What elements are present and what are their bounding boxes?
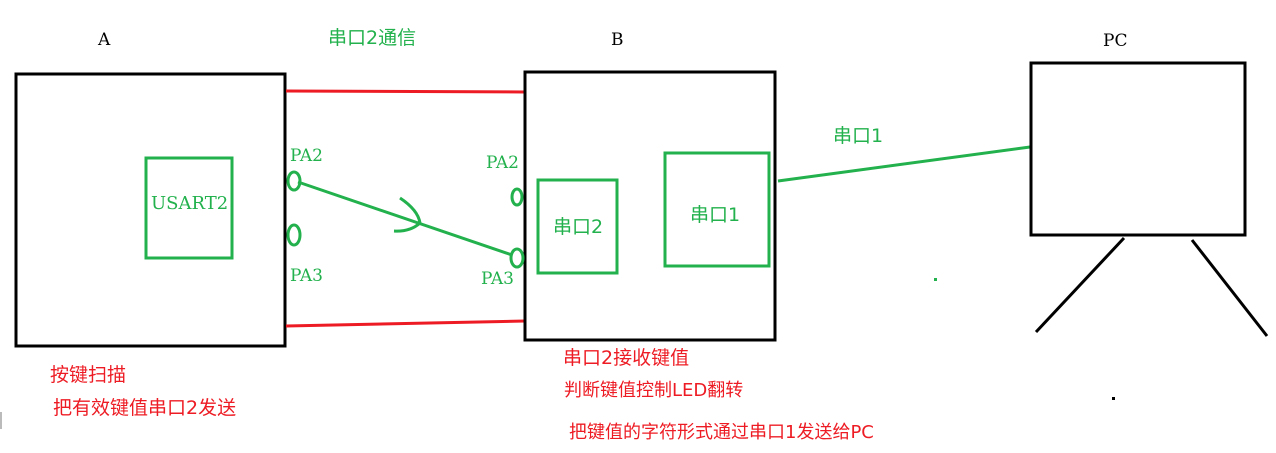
board-a-pa3-label: PA3 <box>290 266 323 286</box>
pc-monitor <box>1029 61 1247 237</box>
serial-link-top-line <box>285 89 526 94</box>
serial-link-bottom-line <box>285 319 526 328</box>
link-b-pc-label: 串口1 <box>833 125 884 147</box>
pc-title: PC <box>1103 31 1128 51</box>
board-b-note-1: 串口2接收键值 <box>563 347 690 369</box>
board-b-title: B <box>611 30 624 50</box>
board-b-note-3: 把键值的字符形式通过串口1发送给PC <box>569 422 874 443</box>
board-a-note-1: 按键扫描 <box>50 364 127 386</box>
board-a-title: A <box>98 30 111 50</box>
board-a-note-2: 把有效键值串口2发送 <box>53 397 237 419</box>
board-b-pa2-pin <box>510 187 524 207</box>
board-b-uart2-label: 串口2 <box>553 216 604 238</box>
board-a-pa2-label: PA2 <box>290 146 323 166</box>
pc-stand-right <box>1190 239 1269 337</box>
board-b-pa3-label: PA3 <box>481 269 514 289</box>
edge-artifact <box>0 412 2 429</box>
stray-dot-green <box>934 278 937 281</box>
board-b-pa2-label: PA2 <box>486 153 519 173</box>
tx-line <box>297 180 513 257</box>
board-b-note-2: 判断键值控制LED翻转 <box>564 380 744 401</box>
board-a-pa3-pin <box>286 223 302 247</box>
board-b-uart1-label: 串口1 <box>690 204 741 226</box>
link-ab-label: 串口2通信 <box>328 27 417 49</box>
uart1-pc-line <box>777 145 1031 183</box>
usart2-module-label: USART2 <box>151 193 229 214</box>
board-a-pa2-pin <box>286 170 302 192</box>
pc-stand-left <box>1034 236 1126 334</box>
stray-dot-black <box>1112 397 1115 400</box>
board-b-pa3-pin <box>509 247 525 269</box>
